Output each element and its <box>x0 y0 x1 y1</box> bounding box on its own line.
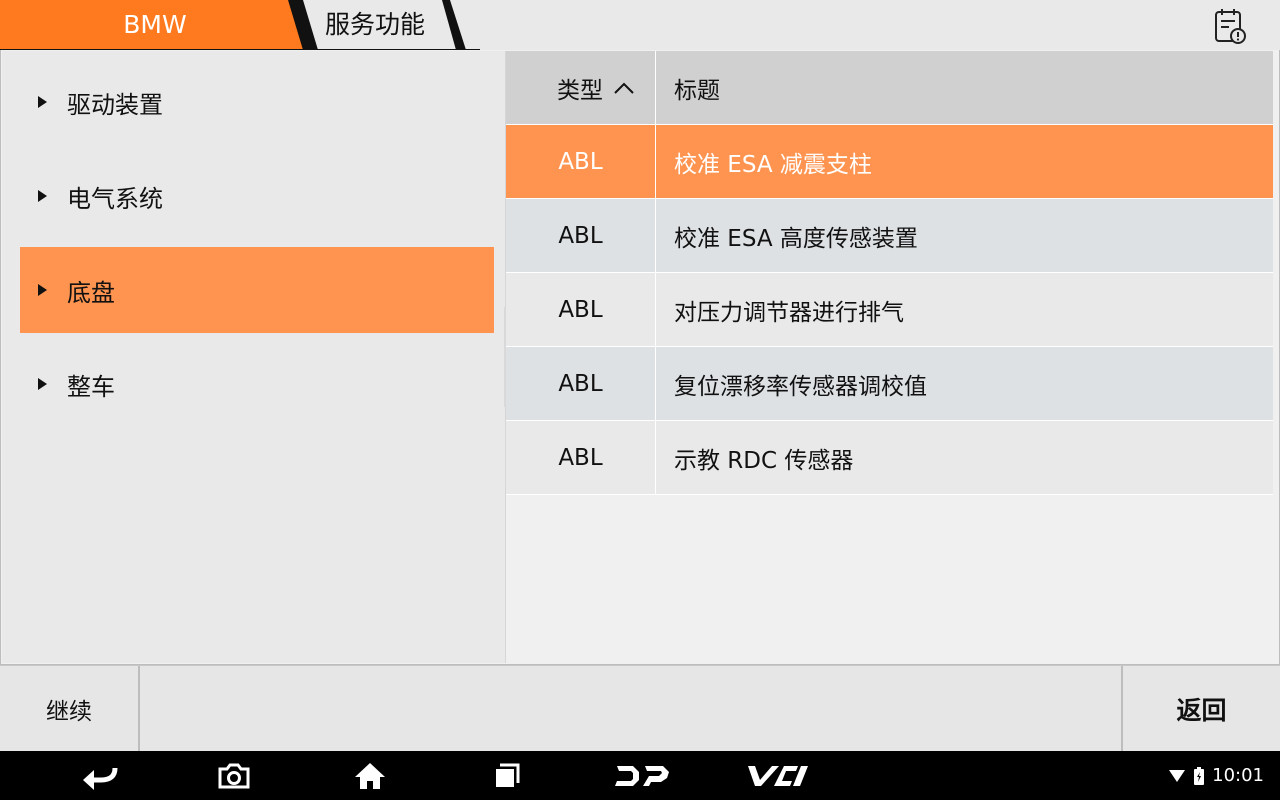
recent-apps-icon <box>496 763 520 787</box>
category-label: 整车 <box>67 372 115 401</box>
back-button[interactable]: 返回 <box>1121 666 1280 752</box>
breadcrumb-section[interactable]: 服务功能 <box>325 0 425 50</box>
wifi-icon <box>1169 769 1186 782</box>
vci-logo-icon <box>748 765 808 786</box>
row-title: 复位漂移率传感器调校值 <box>674 373 927 400</box>
caret-right-icon <box>38 378 47 390</box>
category-item[interactable]: 底盘 <box>20 247 494 333</box>
category-list: 驱动装置 电气系统 底盘 整车 <box>2 51 506 663</box>
category-label: 电气系统 <box>67 184 163 213</box>
nav-recent-apps-button[interactable] <box>488 751 524 800</box>
row-title: 校准 ESA 高度传感装置 <box>674 225 918 252</box>
table-row[interactable]: ABL 复位漂移率传感器调校值 <box>506 347 1273 421</box>
caret-right-icon <box>38 190 47 202</box>
category-label: 驱动装置 <box>67 90 163 119</box>
title-column-header: 标题 <box>674 77 720 104</box>
row-type: ABL <box>506 125 656 198</box>
row-title: 对压力调节器进行排气 <box>674 299 904 326</box>
category-item[interactable]: 整车 <box>20 341 494 427</box>
continue-button[interactable]: 继续 <box>0 666 140 752</box>
breadcrumb-bar: BMW 服务功能 <box>0 0 1280 50</box>
table-row[interactable]: ABL 对压力调节器进行排气 <box>506 273 1273 347</box>
screenshot-button[interactable] <box>214 751 254 800</box>
clock: 10:01 <box>1212 765 1264 786</box>
caret-right-icon <box>38 284 47 296</box>
type-header-label: 类型 <box>557 77 603 104</box>
dp-logo-button[interactable] <box>610 751 674 800</box>
row-title: 示教 RDC 传感器 <box>674 447 854 474</box>
vci-logo-button[interactable] <box>745 751 811 800</box>
camera-icon <box>218 763 250 788</box>
category-label: 底盘 <box>67 278 115 307</box>
category-item[interactable]: 电气系统 <box>20 153 494 239</box>
clipboard-alert-icon <box>1215 9 1246 44</box>
status-area: 10:01 <box>1168 751 1264 800</box>
report-button[interactable] <box>1210 6 1250 46</box>
table-row[interactable]: ABL 校准 ESA 减震支柱 <box>506 125 1273 199</box>
nav-home-button[interactable] <box>350 751 390 800</box>
sort-ascending-icon <box>613 81 635 95</box>
table-header: 类型 标题 <box>506 51 1273 125</box>
battery-icon <box>1194 766 1205 785</box>
row-type: ABL <box>506 273 656 346</box>
row-type: ABL <box>506 199 656 272</box>
system-nav-bar: 10:01 <box>0 751 1280 800</box>
function-table: 类型 标题 ABL 校准 ESA 减震支柱 ABL 校准 ESA 高度传感装置 … <box>506 51 1273 495</box>
action-bar: 继续 返回 <box>0 665 1280 752</box>
dp-logo-icon <box>615 765 669 786</box>
breadcrumb-brand[interactable]: BMW <box>0 0 310 50</box>
row-title: 校准 ESA 减震支柱 <box>674 151 872 178</box>
row-type: ABL <box>506 421 656 494</box>
back-icon <box>83 767 118 790</box>
caret-right-icon <box>38 96 47 108</box>
category-item[interactable]: 驱动装置 <box>20 59 494 145</box>
type-column-header[interactable]: 类型 <box>506 51 656 124</box>
nav-back-button[interactable] <box>78 751 122 800</box>
home-icon <box>355 762 385 789</box>
table-row[interactable]: ABL 校准 ESA 高度传感装置 <box>506 199 1273 273</box>
row-type: ABL <box>506 347 656 420</box>
table-row[interactable]: ABL 示教 RDC 传感器 <box>506 421 1273 495</box>
